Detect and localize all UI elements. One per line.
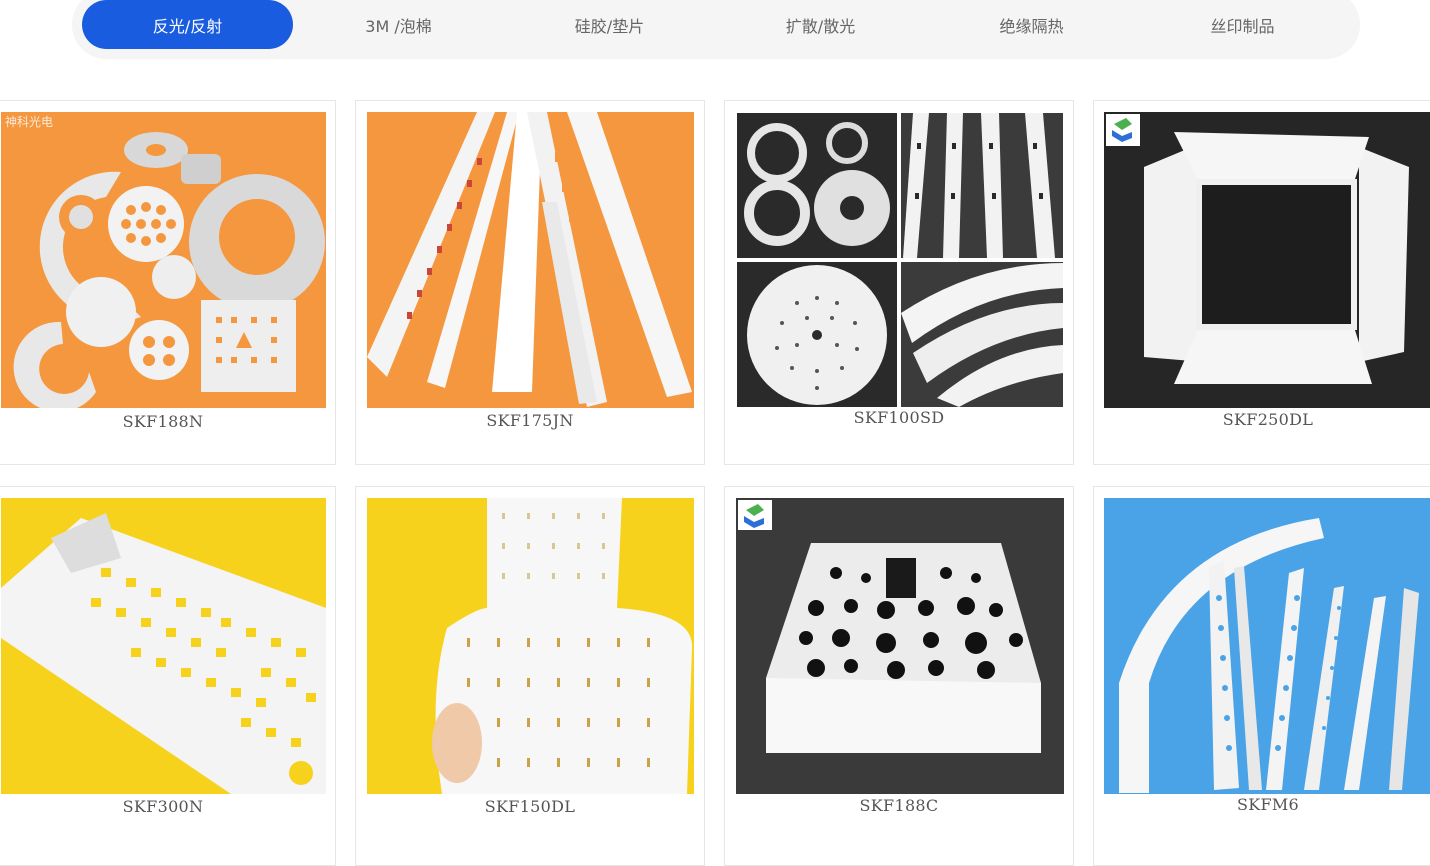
product-image[interactable] [367,498,694,794]
product-image[interactable] [736,498,1064,794]
tab-insulation[interactable]: 绝缘隔热 [926,0,1137,49]
product-name[interactable]: SKFM6 [1094,795,1430,814]
product-card[interactable]: SKF188C [724,486,1074,866]
category-tab-bar: 反光/反射 3M /泡棉 硅胶/垫片 扩散/散光 绝缘隔热 丝印制品 [72,0,1360,59]
product-image[interactable] [1104,112,1430,408]
product-name[interactable]: SKF188N [0,412,335,431]
product-card[interactable]: SKF100SD [724,100,1074,465]
tab-reflective[interactable]: 反光/反射 [82,0,293,49]
product-image[interactable] [1,498,326,794]
product-image[interactable] [1104,498,1430,794]
product-image[interactable] [737,113,1063,407]
product-name[interactable]: SKF300N [0,797,335,816]
tab-diffusion[interactable]: 扩散/散光 [715,0,926,49]
svg-text:神科光电: 神科光电 [5,115,53,129]
product-card[interactable]: SKF250DL [1093,100,1430,465]
product-name[interactable]: SKF188C [725,796,1073,815]
product-card[interactable]: SKFM6 [1093,486,1430,866]
product-name[interactable]: SKF175JN [356,411,704,430]
product-card[interactable]: 神科光电 SKF188N [0,100,336,465]
product-name[interactable]: SKF250DL [1094,410,1430,429]
product-image[interactable] [367,112,694,408]
tab-silicone-pad[interactable]: 硅胶/垫片 [504,0,715,49]
product-card[interactable]: SKF150DL [355,486,705,866]
tab-silkscreen[interactable]: 丝印制品 [1137,0,1348,49]
product-name[interactable]: SKF100SD [725,408,1073,427]
product-name[interactable]: SKF150DL [356,797,704,816]
product-card[interactable]: SKF300N [0,486,336,866]
product-image[interactable]: 神科光电 [1,112,326,408]
product-card[interactable]: SKF175JN [355,100,705,465]
tab-3m-foam[interactable]: 3M /泡棉 [293,0,504,49]
